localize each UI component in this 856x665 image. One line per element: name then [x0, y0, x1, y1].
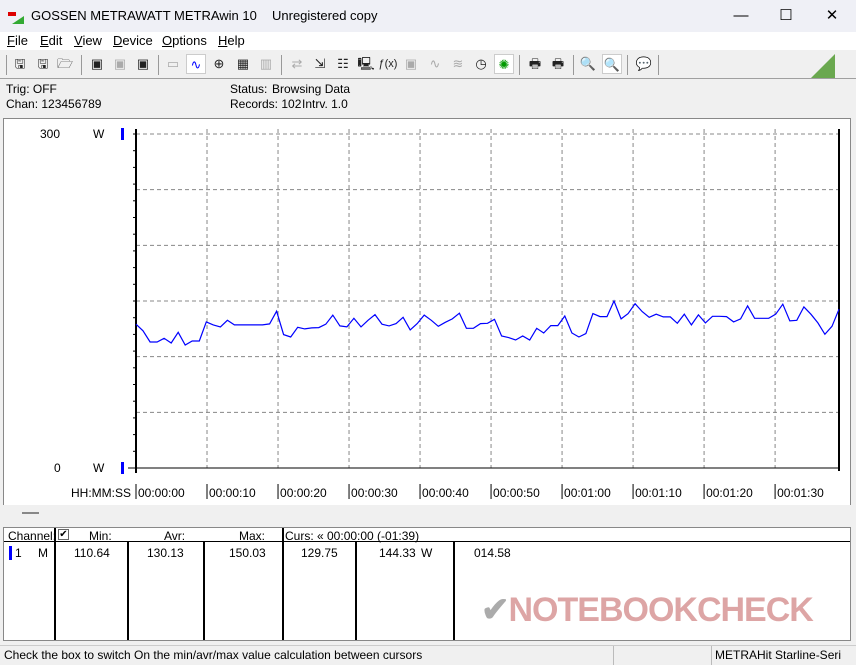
- row-channel: 1: [15, 546, 22, 560]
- x-tick-label: 00:00:40: [422, 486, 469, 500]
- power-chart[interactable]: 00:00:00 00:00:10 00:00:20 00:00:30 00:00:40…: [1, 1, 849, 500]
- x-tick-label: 00:00:30: [351, 486, 398, 500]
- row-cursor2: 144.33: [379, 546, 416, 560]
- splitter-bar[interactable]: [3, 505, 851, 522]
- power-series-line: [135, 299, 840, 346]
- avr-header: Avr:: [164, 529, 186, 543]
- statistics-table: Channel: ✔ Min: Avr: Max: Curs: « 00:00:…: [3, 527, 851, 641]
- channel-scale-marker: [121, 128, 124, 140]
- x-tick-label: 00:00:00: [138, 486, 185, 500]
- row-cursor1: 129.75: [301, 546, 338, 560]
- y-unit-label: W: [93, 127, 105, 141]
- x-tick-label: 00:00:20: [280, 486, 327, 500]
- x-tick-label: 00:01:00: [564, 486, 611, 500]
- device-name: METRAHit Starline-Seri: [715, 648, 842, 662]
- x-tick-label: 00:00:10: [209, 486, 256, 500]
- row-unit: W: [421, 546, 433, 560]
- cursor-header: Curs: « 00:00:00 (-01:39): [285, 529, 420, 543]
- row-max: 150.03: [229, 546, 266, 560]
- channel-color-marker: [9, 546, 12, 560]
- row-mode: M: [38, 546, 48, 560]
- watermark-text: NOTEBOOKCHECK: [508, 591, 814, 629]
- x-tick-label: 00:01:10: [635, 486, 682, 500]
- x-tick-label: 00:00:50: [493, 486, 540, 500]
- min-header: Min:: [89, 529, 112, 543]
- y-min-label: 0: [54, 461, 61, 475]
- y-unit-label: W: [93, 461, 105, 475]
- min-max-checkbox[interactable]: ✔: [58, 529, 69, 540]
- channel-header: Channel:: [8, 529, 57, 543]
- row-min: 110.64: [74, 546, 110, 560]
- x-tick-label: 00:01:30: [777, 486, 824, 500]
- x-axis-label: HH:MM:SS: [71, 486, 131, 500]
- status-bar: Check the box to switch On the min/avr/m…: [0, 645, 856, 665]
- chart-panel[interactable]: 00:00:00 00:00:10 00:00:20 00:00:30 00:00:40…: [3, 118, 851, 506]
- channel-scale-marker: [121, 462, 124, 474]
- y-max-label: 300: [40, 127, 60, 141]
- x-tick-label: 00:01:20: [706, 486, 753, 500]
- splitter-handle-icon[interactable]: [22, 512, 39, 514]
- watermark-logo: ✔NOTEBOOKCHECK: [481, 591, 814, 629]
- max-header: Max:: [239, 529, 266, 543]
- row-avr: 130.13: [147, 546, 184, 560]
- row-diff: 014.58: [474, 546, 511, 560]
- status-hint: Check the box to switch On the min/avr/m…: [4, 648, 423, 662]
